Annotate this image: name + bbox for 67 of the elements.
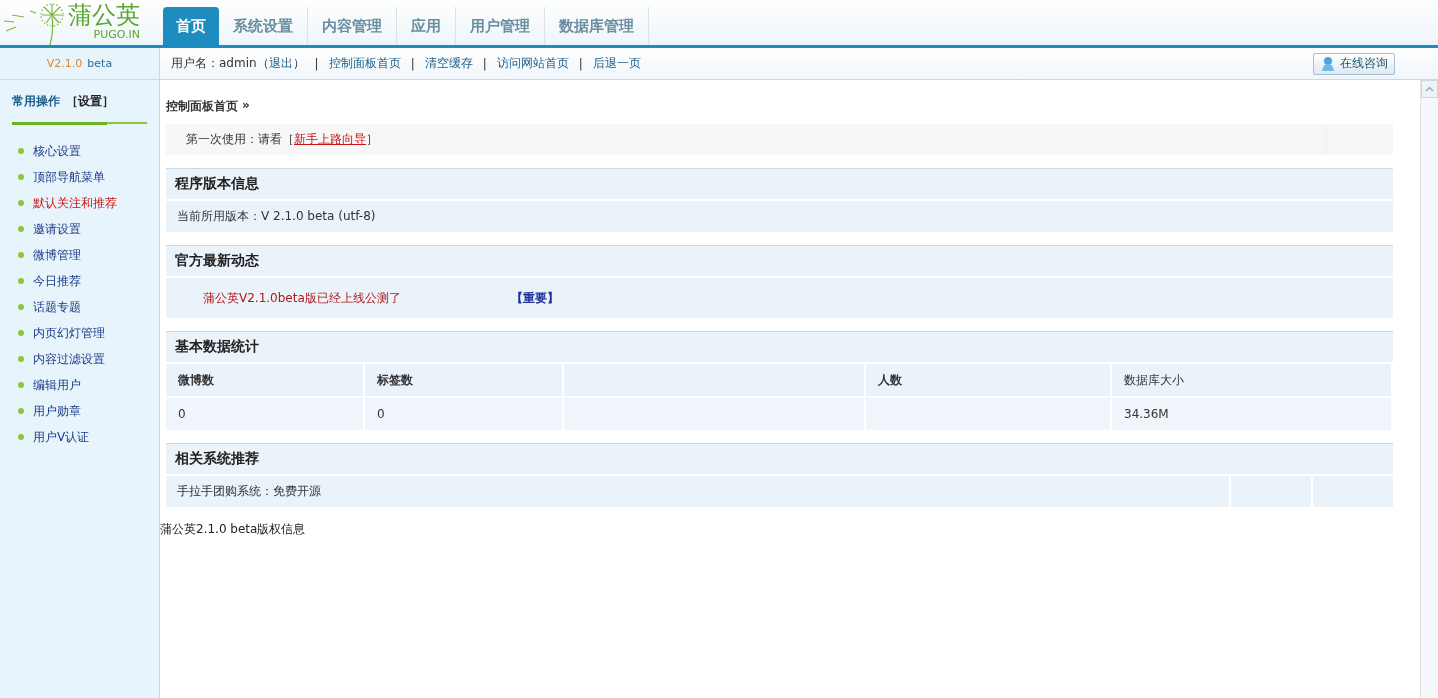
table-cell: 0 xyxy=(178,407,186,421)
sidebar-item[interactable]: 内容过滤设置 xyxy=(33,350,105,368)
breadcrumb-separator: » xyxy=(242,98,250,114)
recommend-text: 手拉手团购系统：免费开源 xyxy=(177,483,321,500)
bracket-text: ］ xyxy=(366,131,378,148)
section-title: 程序版本信息 xyxy=(175,175,259,193)
bullet-icon xyxy=(18,382,24,388)
separator-text: | xyxy=(482,56,487,71)
bullet-icon xyxy=(18,278,24,284)
bullet-icon xyxy=(18,174,24,180)
bullet-icon xyxy=(18,356,24,362)
guide-link[interactable]: 新手上路向导 xyxy=(294,131,366,148)
nav-tab[interactable]: 首页 xyxy=(163,7,219,45)
news-link[interactable]: 【重要】 xyxy=(510,289,559,307)
settings-link[interactable]: ［设置］ xyxy=(66,93,114,110)
bullet-icon xyxy=(18,304,24,310)
top-link[interactable]: 清空缓存 xyxy=(424,55,473,72)
bullet-icon xyxy=(18,408,24,414)
news-link[interactable]: 蒲公英V2.1.0beta版已经上线公测了 xyxy=(203,289,401,307)
column-header: 标签数 xyxy=(377,371,413,389)
separator-text: | xyxy=(410,56,415,71)
version-edition: beta xyxy=(87,57,113,70)
sidebar-item[interactable]: 顶部导航菜单 xyxy=(33,168,105,186)
logo-title: 蒲公英 xyxy=(68,0,140,30)
table-cell: 34.36M xyxy=(1124,407,1169,421)
column-header: 人数 xyxy=(878,371,902,389)
section-title: 基本数据统计 xyxy=(175,338,259,356)
bullet-icon xyxy=(18,200,24,206)
bullet-icon xyxy=(18,252,24,258)
logo-subtitle: PUGO.IN xyxy=(93,29,140,41)
top-link[interactable]: 控制面板首页 xyxy=(328,55,401,72)
version-info: 当前所用版本：V 2.1.0 beta (utf-8) xyxy=(177,208,376,225)
separator-text: | xyxy=(578,56,583,71)
paren-text: ） xyxy=(292,55,305,72)
top-link[interactable]: 后退一页 xyxy=(592,55,641,72)
sidebar-item[interactable]: 编辑用户 xyxy=(33,376,81,394)
top-link[interactable]: 访问网站首页 xyxy=(496,55,569,72)
sidebar-item[interactable]: 用户勋章 xyxy=(33,402,81,420)
breadcrumb-text: 控制面板首页 xyxy=(166,98,238,115)
sidebar-item[interactable]: 内页幻灯管理 xyxy=(33,324,105,342)
sidebar-item[interactable]: 核心设置 xyxy=(33,142,81,160)
section-title: 官方最新动态 xyxy=(175,252,259,270)
person-icon xyxy=(1320,55,1336,72)
version-number: V2.1.0 xyxy=(46,57,83,70)
consult-button[interactable]: 在线咨询 xyxy=(1313,52,1395,75)
notice-text: 第一次使用：请看［ xyxy=(186,131,294,148)
logout-link[interactable]: 退出 xyxy=(268,55,293,72)
user-name-label: 用户名：admin（ xyxy=(171,55,269,72)
bullet-icon xyxy=(18,226,24,232)
sidebar-item[interactable]: 微博管理 xyxy=(33,246,81,264)
sidebar-item[interactable]: 默认关注和推荐 xyxy=(33,194,117,212)
column-header: 微博数 xyxy=(178,371,214,389)
bullet-icon xyxy=(18,148,24,154)
sidebar-item[interactable]: 话题专题 xyxy=(33,298,81,316)
scrollbar[interactable] xyxy=(1420,80,1438,698)
separator-text: | xyxy=(314,56,319,71)
sidebar-item[interactable]: 邀请设置 xyxy=(33,220,81,238)
copyright-text: 蒲公英2.1.0 beta版权信息 xyxy=(160,521,306,538)
sidebar-item[interactable]: 今日推荐 xyxy=(33,272,81,290)
bullet-icon xyxy=(18,330,24,336)
dandelion-logo-icon xyxy=(2,1,66,45)
bullet-icon xyxy=(18,434,24,440)
column-header: 数据库大小 xyxy=(1124,371,1184,389)
sidebar-item[interactable]: 用户V认证 xyxy=(33,428,90,446)
sidebar-title: 常用操作 xyxy=(12,93,60,110)
section-title: 相关系统推荐 xyxy=(175,450,259,468)
table-cell: 0 xyxy=(377,407,385,421)
